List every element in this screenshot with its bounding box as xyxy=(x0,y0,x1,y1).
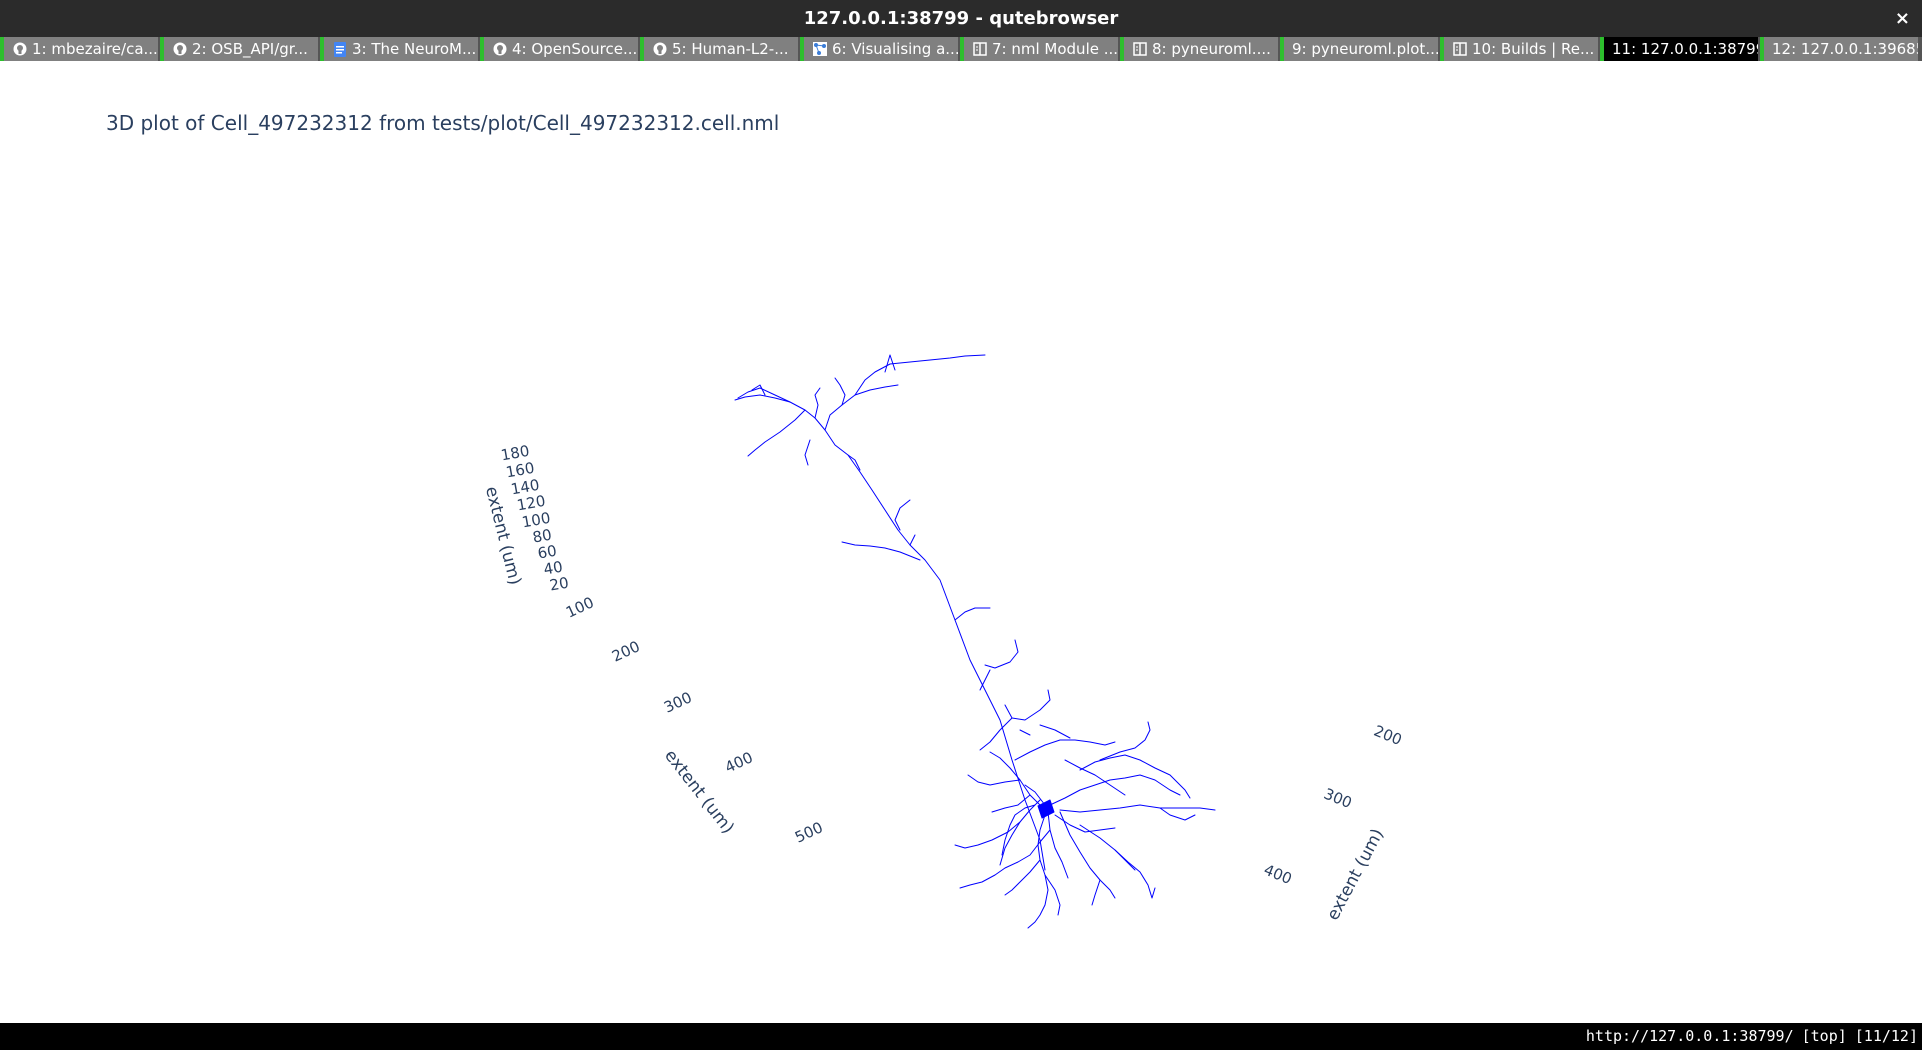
window-titlebar: 127.0.0.1:38799 - qutebrowser × xyxy=(0,0,1922,37)
status-right: http://127.0.0.1:38799/ [top] [11/12] xyxy=(1586,1027,1918,1045)
x-tick: 300 xyxy=(661,688,695,716)
close-icon[interactable]: × xyxy=(1895,8,1910,29)
basal-dendrite xyxy=(1049,774,1181,806)
window-title: 127.0.0.1:38799 - qutebrowser xyxy=(803,8,1119,29)
basal-dendrite xyxy=(1064,759,1126,796)
tab-10[interactable]: 10: Builds | Re... xyxy=(1440,37,1600,61)
tab-7[interactable]: 7: nml Module ... xyxy=(960,37,1120,61)
z-tick: 20 xyxy=(548,574,570,595)
tab-label: 1: mbezaire/ca... xyxy=(32,40,158,58)
tab-label: 10: Builds | Re... xyxy=(1472,40,1595,58)
tab-6[interactable]: 6: Visualising a... xyxy=(800,37,960,61)
basal-dendrite xyxy=(1079,824,1156,899)
basal-dendrite xyxy=(1059,804,1216,813)
basal-dendrite xyxy=(1114,849,1136,871)
basal-dendrite xyxy=(1099,721,1151,761)
y-axis-title: extent (um) xyxy=(1323,825,1388,923)
apical-tuft-branch xyxy=(804,439,811,466)
apical-tuft-branch xyxy=(834,377,846,406)
x-tick: 500 xyxy=(792,818,826,846)
oblique-branch xyxy=(1019,729,1031,736)
network-icon xyxy=(812,41,828,57)
oblique-branch xyxy=(909,534,916,546)
soma xyxy=(1037,799,1055,819)
page-content: 3D plot of Cell_497232312 from tests/plo… xyxy=(0,61,1922,1023)
basal-dendrite xyxy=(1159,807,1196,821)
basal-dendrite xyxy=(1054,814,1116,833)
y-tick: 400 xyxy=(1261,861,1294,888)
x-tick: 100 xyxy=(563,593,597,621)
tab-label: 2: OSB_API/gr... xyxy=(192,40,308,58)
tab-label: 3: The NeuroM... xyxy=(352,40,477,58)
y-axis-ticks: 200 300 400 xyxy=(1261,722,1404,888)
basal-dendrite xyxy=(999,821,1021,866)
tab-label: 7: nml Module ... xyxy=(992,40,1118,58)
status-bar: http://127.0.0.1:38799/ [top] [11/12] xyxy=(0,1023,1922,1050)
basal-dendrite xyxy=(1091,879,1101,906)
tab-bar: 1: mbezaire/ca... 2: OSB_API/gr... 3: Th… xyxy=(0,37,1922,61)
oblique-branch xyxy=(954,607,991,621)
apical-trunk xyxy=(824,429,1046,871)
apical-tuft-branch xyxy=(814,387,821,419)
tab-11[interactable]: 11: 127.0.0.1:38799 xyxy=(1600,37,1760,61)
tab-label: 5: Human-L2-... xyxy=(672,40,789,58)
3d-plot[interactable]: extent (um) 180 160 140 120 100 80 60 40… xyxy=(0,61,1922,1023)
github-icon xyxy=(492,41,508,57)
oblique-branch xyxy=(1004,689,1051,721)
status-url[interactable]: http://127.0.0.1:38799/ xyxy=(1586,1027,1794,1045)
x-axis-ticks: 100 200 300 400 500 xyxy=(563,593,826,846)
oblique-branch xyxy=(979,669,991,691)
tab-12[interactable]: 12: 127.0.0.1:39685 xyxy=(1760,37,1920,61)
basal-dendrite xyxy=(1059,811,1116,899)
y-tick: 200 xyxy=(1371,722,1404,749)
tab-label: 8: pyneuroml.... xyxy=(1152,40,1271,58)
tab-2[interactable]: 2: OSB_API/gr... xyxy=(160,37,320,61)
apical-tuft-branch xyxy=(854,384,899,396)
tab-3[interactable]: 3: The NeuroM... xyxy=(320,37,480,61)
tab-9[interactable]: 9: pyneuroml.plot... xyxy=(1280,37,1440,61)
tab-5[interactable]: 5: Human-L2-... xyxy=(640,37,800,61)
docs-book-icon xyxy=(1132,41,1148,57)
tab-4[interactable]: 4: OpenSource... xyxy=(480,37,640,61)
basal-dendrite xyxy=(1024,784,1046,806)
y-tick: 300 xyxy=(1321,785,1354,812)
docs-book-icon xyxy=(972,41,988,57)
github-icon xyxy=(652,41,668,57)
docs-book-icon xyxy=(1452,41,1468,57)
tab-label: 9: pyneuroml.plot... xyxy=(1292,40,1438,58)
apical-tuft-branch xyxy=(747,409,806,457)
oblique-branch xyxy=(984,639,1019,669)
tab-label: 12: 127.0.0.1:39685 xyxy=(1772,40,1918,58)
tab-label: 11: 127.0.0.1:38799 xyxy=(1612,40,1758,58)
basal-dendrite xyxy=(967,774,1021,786)
basal-dendrite xyxy=(989,751,1046,811)
apical-tuft-branch xyxy=(824,354,986,431)
basal-dendrite xyxy=(1039,724,1071,739)
github-icon xyxy=(172,41,188,57)
apical-tuft-branch xyxy=(734,394,826,431)
x-tick: 400 xyxy=(722,748,756,776)
oblique-branch xyxy=(841,541,921,561)
x-tick: 200 xyxy=(609,637,643,665)
status-tab-index: [11/12] xyxy=(1854,1027,1918,1045)
tab-1[interactable]: 1: mbezaire/ca... xyxy=(0,37,160,61)
document-icon xyxy=(332,41,348,57)
oblique-branch xyxy=(894,499,911,531)
github-icon xyxy=(12,41,28,57)
tab-8[interactable]: 8: pyneuroml.... xyxy=(1120,37,1280,61)
basal-dendrite xyxy=(1014,739,1116,761)
tab-label: 6: Visualising a... xyxy=(832,40,958,58)
status-scroll-position: [top] xyxy=(1801,1027,1847,1045)
tab-label: 4: OpenSource... xyxy=(512,40,638,58)
